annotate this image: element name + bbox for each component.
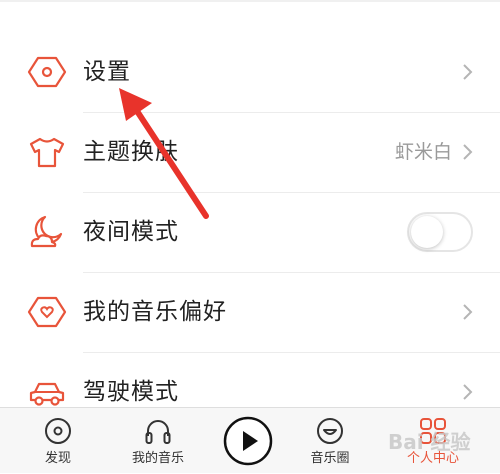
disc-icon [45,418,71,444]
tab-label: 音乐圈 [310,451,350,466]
tab-label: 我的音乐 [131,451,184,466]
smiley-icon [317,418,343,444]
moon-cloud-icon [30,215,63,248]
chevron-right-icon [463,144,473,160]
heart-hexagon-icon [27,296,67,328]
gear-hexagon-icon [27,56,67,88]
play-icon [223,416,273,466]
night-mode-toggle[interactable] [407,212,473,252]
menu-item-label: 驾驶模式 [83,379,179,405]
theme-value: 虾米白 [394,141,452,163]
tab-music-circle[interactable]: 音乐圈 [290,408,370,474]
menu-item-settings[interactable]: 设置 [0,32,500,112]
menu-item-label: 主题换肤 [83,139,179,165]
menu-item-label: 夜间模式 [83,219,179,245]
tshirt-icon [29,137,65,168]
play-button[interactable] [222,415,274,467]
tab-my-music[interactable]: 我的音乐 [118,408,198,474]
chevron-right-icon [463,64,473,80]
toggle-knob [411,216,443,248]
tab-discover[interactable]: 发现 [18,408,98,474]
menu-item-theme[interactable]: 主题换肤 虾米白 [0,112,500,192]
chevron-right-icon [463,384,473,400]
menu-item-music-preference[interactable]: 我的音乐偏好 [0,272,500,352]
chevron-right-icon [463,304,473,320]
menu-item-label: 我的音乐偏好 [83,299,227,325]
headphones-icon [145,420,171,444]
top-divider [0,0,500,2]
watermark: Bai 经验 [388,430,471,454]
menu-item-label: 设置 [83,59,131,85]
tab-label: 发现 [44,451,71,466]
car-icon [29,382,65,406]
